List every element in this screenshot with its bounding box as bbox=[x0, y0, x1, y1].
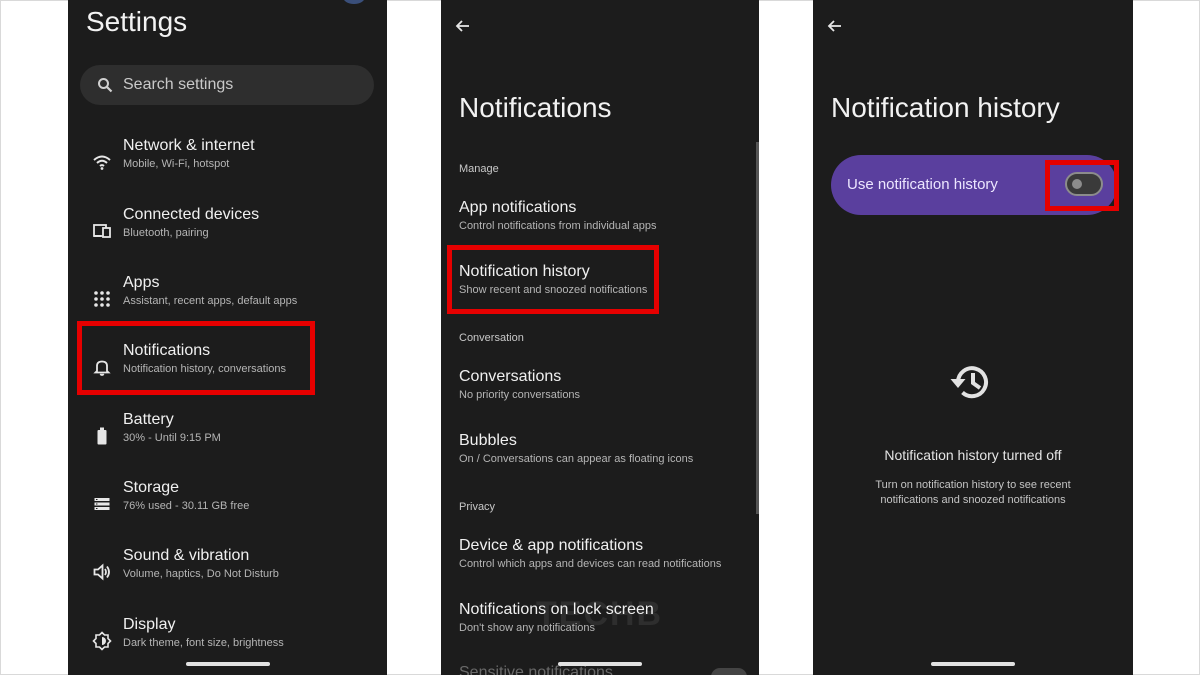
item-subtitle: On / Conversations can appear as floatin… bbox=[459, 453, 694, 465]
item-title: Connected devices bbox=[123, 206, 260, 223]
item-title: Device & app notifications bbox=[459, 537, 644, 554]
item-subtitle: No priority conversations bbox=[459, 389, 581, 401]
item-title: Apps bbox=[123, 274, 160, 291]
item-subtitle: Dark theme, font size, brightness bbox=[123, 637, 284, 649]
devices-icon bbox=[93, 224, 111, 238]
item-subtitle: 30% - Until 9:15 PM bbox=[123, 432, 221, 444]
settings-item-connected-devices[interactable]: Connected devices Bluetooth, pairing bbox=[68, 202, 387, 262]
item-title: Display bbox=[123, 616, 176, 633]
item-conversations[interactable]: Conversations No priority conversations bbox=[441, 368, 759, 412]
history-off-description: Turn on notification history to see rece… bbox=[875, 479, 1071, 506]
settings-item-storage[interactable]: Storage 76% used - 30.11 GB free bbox=[68, 475, 387, 535]
battery-icon bbox=[97, 427, 107, 445]
item-title: App notifications bbox=[459, 199, 577, 216]
highlight-history-switch bbox=[1045, 160, 1119, 211]
sensitive-notifications-toggle[interactable] bbox=[711, 668, 747, 675]
search-icon bbox=[98, 78, 113, 93]
item-subtitle: Don't show any notifications bbox=[459, 622, 596, 634]
section-header-manage: Manage bbox=[459, 163, 499, 175]
history-off-title: Notification history turned off bbox=[884, 447, 1062, 463]
gesture-nav-bar[interactable] bbox=[931, 662, 1015, 666]
settings-item-battery[interactable]: Battery 30% - Until 9:15 PM bbox=[68, 407, 387, 467]
settings-item-sound[interactable]: Sound & vibration Volume, haptics, Do No… bbox=[68, 543, 387, 603]
item-title: Battery bbox=[123, 411, 174, 428]
item-title: Bubbles bbox=[459, 432, 517, 449]
item-title: Network & internet bbox=[123, 137, 255, 154]
notifications-screen: Notifications Manage App notifications C… bbox=[441, 0, 759, 675]
page-title: Notifications bbox=[459, 92, 612, 123]
item-lock-screen-notifications[interactable]: Notifications on lock screen Don't show … bbox=[441, 601, 759, 645]
brightness-icon bbox=[92, 631, 112, 651]
item-title: Sound & vibration bbox=[123, 547, 250, 564]
apps-grid-icon bbox=[94, 291, 110, 307]
item-subtitle: Volume, haptics, Do Not Disturb bbox=[123, 568, 279, 580]
item-subtitle: Mobile, Wi-Fi, hotspot bbox=[123, 158, 230, 170]
highlight-notifications-item bbox=[77, 321, 315, 395]
back-arrow-icon[interactable] bbox=[453, 16, 473, 36]
wifi-icon bbox=[93, 155, 111, 170]
notification-history-screen: Notification history Use notification hi… bbox=[813, 0, 1133, 675]
history-icon bbox=[950, 366, 988, 399]
section-header-privacy: Privacy bbox=[459, 501, 496, 513]
gesture-nav-bar[interactable] bbox=[558, 662, 642, 666]
item-app-notifications[interactable]: App notifications Control notifications … bbox=[441, 199, 759, 243]
item-subtitle: Control which apps and devices can read … bbox=[459, 558, 722, 570]
search-placeholder: Search settings bbox=[123, 76, 234, 93]
toggle-label: Use notification history bbox=[847, 176, 998, 193]
item-title: Conversations bbox=[459, 368, 562, 385]
item-subtitle: Bluetooth, pairing bbox=[123, 227, 209, 239]
item-device-app-notifications[interactable]: Device & app notifications Control which… bbox=[441, 537, 759, 581]
speaker-icon bbox=[93, 563, 110, 581]
avatar[interactable] bbox=[343, 0, 365, 4]
search-bar[interactable]: Search settings bbox=[80, 65, 374, 105]
gesture-nav-bar[interactable] bbox=[185, 662, 270, 666]
item-title: Notifications on lock screen bbox=[459, 601, 654, 618]
highlight-notification-history-item bbox=[447, 245, 659, 314]
item-title: Storage bbox=[123, 479, 180, 496]
item-bubbles[interactable]: Bubbles On / Conversations can appear as… bbox=[441, 432, 759, 476]
item-subtitle: Control notifications from individual ap… bbox=[459, 220, 657, 232]
page-title: Settings bbox=[86, 6, 188, 37]
page-title: Notification history bbox=[831, 92, 1060, 123]
item-subtitle: Assistant, recent apps, default apps bbox=[123, 295, 298, 307]
item-subtitle: 76% used - 30.11 GB free bbox=[123, 500, 250, 512]
back-arrow-icon[interactable] bbox=[825, 16, 845, 36]
section-header-conversation: Conversation bbox=[459, 332, 524, 344]
storage-icon bbox=[94, 498, 110, 510]
settings-item-network[interactable]: Network & internet Mobile, Wi-Fi, hotspo… bbox=[68, 133, 387, 193]
